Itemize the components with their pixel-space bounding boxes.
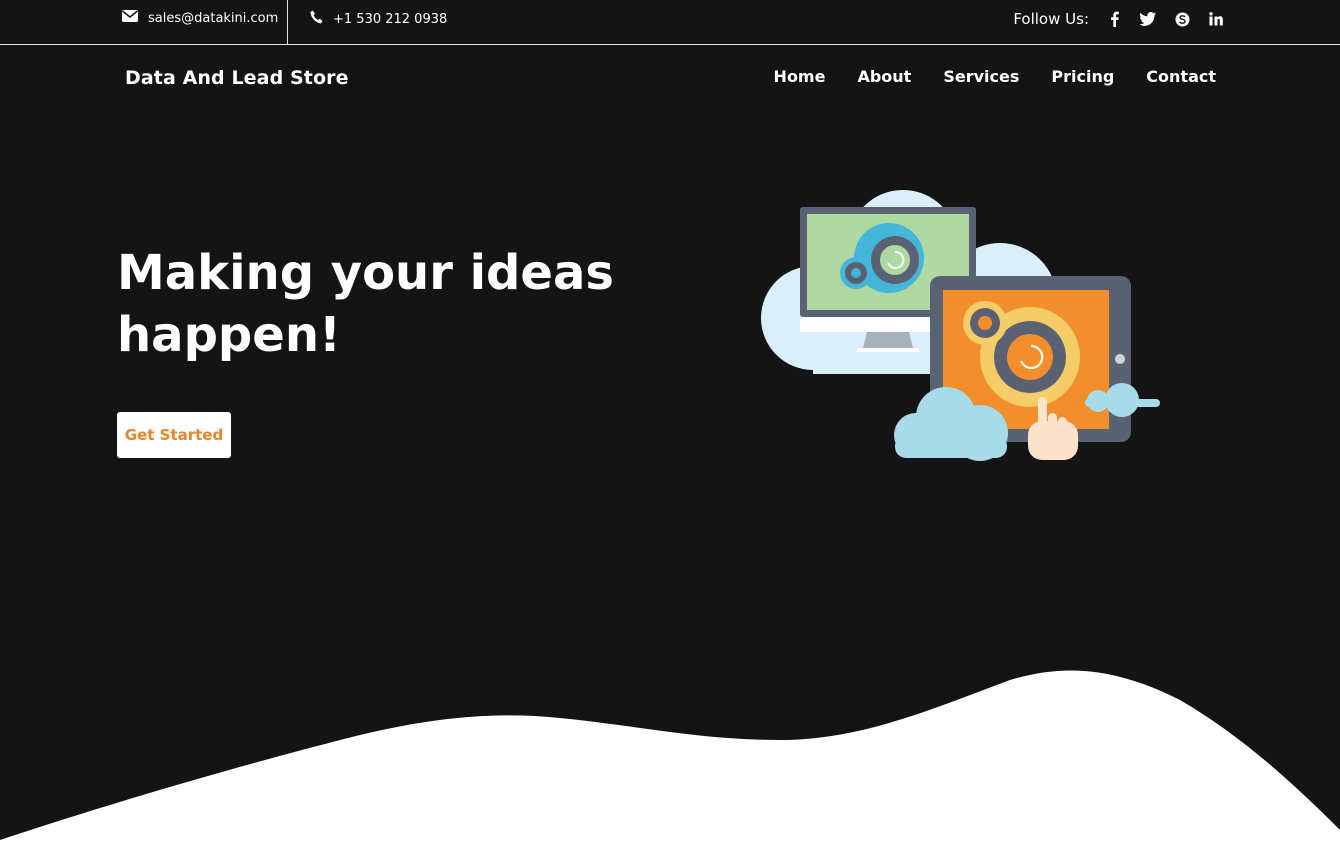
brand-logo[interactable]: Data And Lead Store bbox=[125, 67, 349, 89]
top-contact-bar: sales@datakini.com +1 530 212 0938 Follo… bbox=[0, 0, 1340, 45]
phone-icon bbox=[310, 10, 323, 28]
twitter-icon[interactable] bbox=[1139, 10, 1157, 28]
nav-pricing[interactable]: Pricing bbox=[1051, 67, 1114, 86]
hero-title: Making your ideas happen! bbox=[117, 242, 677, 366]
linkedin-icon[interactable] bbox=[1207, 10, 1225, 28]
nav-services[interactable]: Services bbox=[943, 67, 1019, 86]
social-links: Follow Us: bbox=[1013, 10, 1225, 28]
email-text[interactable]: sales@datakini.com bbox=[148, 11, 278, 26]
nav-home[interactable]: Home bbox=[774, 67, 826, 86]
computer-tablet-gears-illustration bbox=[761, 190, 1160, 461]
nav-menu: Home About Services Pricing Contact bbox=[742, 67, 1216, 86]
hero-wave bbox=[0, 670, 1340, 842]
get-started-button[interactable]: Get Started bbox=[117, 412, 231, 458]
phone-text[interactable]: +1 530 212 0938 bbox=[333, 12, 447, 27]
main-navbar: Data And Lead Store Home About Services … bbox=[0, 45, 1340, 115]
nav-contact[interactable]: Contact bbox=[1146, 67, 1216, 86]
hero-title-line-2: happen! bbox=[117, 307, 341, 363]
email-contact[interactable]: sales@datakini.com bbox=[122, 10, 278, 26]
facebook-icon[interactable] bbox=[1105, 10, 1123, 28]
envelope-icon bbox=[122, 10, 138, 26]
follow-label: Follow Us: bbox=[1013, 10, 1089, 28]
skype-icon[interactable] bbox=[1173, 10, 1191, 28]
hero-title-line-1: Making your ideas bbox=[117, 245, 614, 301]
phone-contact[interactable]: +1 530 212 0938 bbox=[310, 10, 447, 28]
nav-about[interactable]: About bbox=[857, 67, 911, 86]
topbar-divider bbox=[287, 0, 288, 45]
